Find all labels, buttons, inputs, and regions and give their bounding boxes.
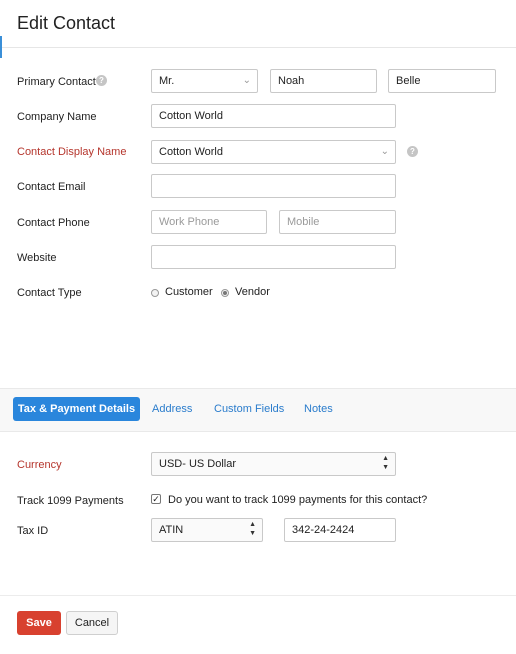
display-name-label: Contact Display Name xyxy=(17,146,127,158)
mobile-input[interactable]: Mobile xyxy=(279,210,396,234)
currency-select[interactable]: USD- US Dollar ▲ ▼ xyxy=(151,452,396,476)
vendor-radio-label: Vendor xyxy=(235,286,270,298)
tab-tax-payment-details[interactable]: Tax & Payment Details xyxy=(13,397,140,421)
display-name-help-icon[interactable]: ? xyxy=(407,146,418,157)
work-phone-input[interactable]: Work Phone xyxy=(151,210,267,234)
customer-radio-label: Customer xyxy=(165,286,213,298)
tax-id-label: Tax ID xyxy=(17,525,49,537)
website-input[interactable] xyxy=(151,245,396,269)
display-name-value: Cotton World xyxy=(159,146,223,158)
updown-arrows-icon: ▲ ▼ xyxy=(249,521,256,537)
company-name-label: Company Name xyxy=(17,111,97,123)
tab-notes[interactable]: Notes xyxy=(304,403,333,415)
last-name-input[interactable]: Belle xyxy=(388,69,496,93)
chevron-down-icon: ⌄ xyxy=(242,75,251,86)
contact-email-label: Contact Email xyxy=(17,181,86,193)
footer-divider xyxy=(0,595,516,596)
vendor-radio[interactable] xyxy=(221,289,229,297)
contact-email-input[interactable] xyxy=(151,174,396,198)
tax-id-input[interactable]: 342-24-2424 xyxy=(284,518,396,542)
tax-id-type-value: ATIN xyxy=(159,524,184,536)
contact-phone-label: Contact Phone xyxy=(17,217,90,229)
save-button[interactable]: Save xyxy=(17,611,61,635)
contact-type-label: Contact Type xyxy=(17,287,82,299)
tax-id-type-select[interactable]: ATIN ▲ ▼ xyxy=(151,518,263,542)
salutation-select[interactable]: Mr. ⌄ xyxy=(151,69,258,93)
display-name-select[interactable]: Cotton World ⌄ xyxy=(151,140,396,164)
updown-arrows-icon: ▲ ▼ xyxy=(382,455,389,471)
chevron-down-icon: ⌄ xyxy=(380,146,389,157)
cancel-button[interactable]: Cancel xyxy=(66,611,118,635)
company-name-input[interactable]: Cotton World xyxy=(151,104,396,128)
track-1099-checkbox[interactable]: ✓ xyxy=(151,494,161,504)
left-accent-bar xyxy=(0,36,2,58)
salutation-value: Mr. xyxy=(159,75,175,87)
tab-address[interactable]: Address xyxy=(152,403,192,415)
page-title: Edit Contact xyxy=(17,13,116,33)
currency-label: Currency xyxy=(17,459,62,471)
currency-value: USD- US Dollar xyxy=(159,458,237,470)
tab-custom-fields[interactable]: Custom Fields xyxy=(214,403,284,415)
track-1099-checkbox-text: Do you want to track 1099 payments for t… xyxy=(168,494,428,506)
first-name-input[interactable]: Noah xyxy=(270,69,377,93)
track-1099-label: Track 1099 Payments xyxy=(17,495,124,507)
website-label: Website xyxy=(17,252,57,264)
customer-radio[interactable] xyxy=(151,289,159,297)
primary-contact-label: Primary Contact xyxy=(17,76,96,88)
primary-contact-help-icon[interactable]: ? xyxy=(96,75,107,86)
